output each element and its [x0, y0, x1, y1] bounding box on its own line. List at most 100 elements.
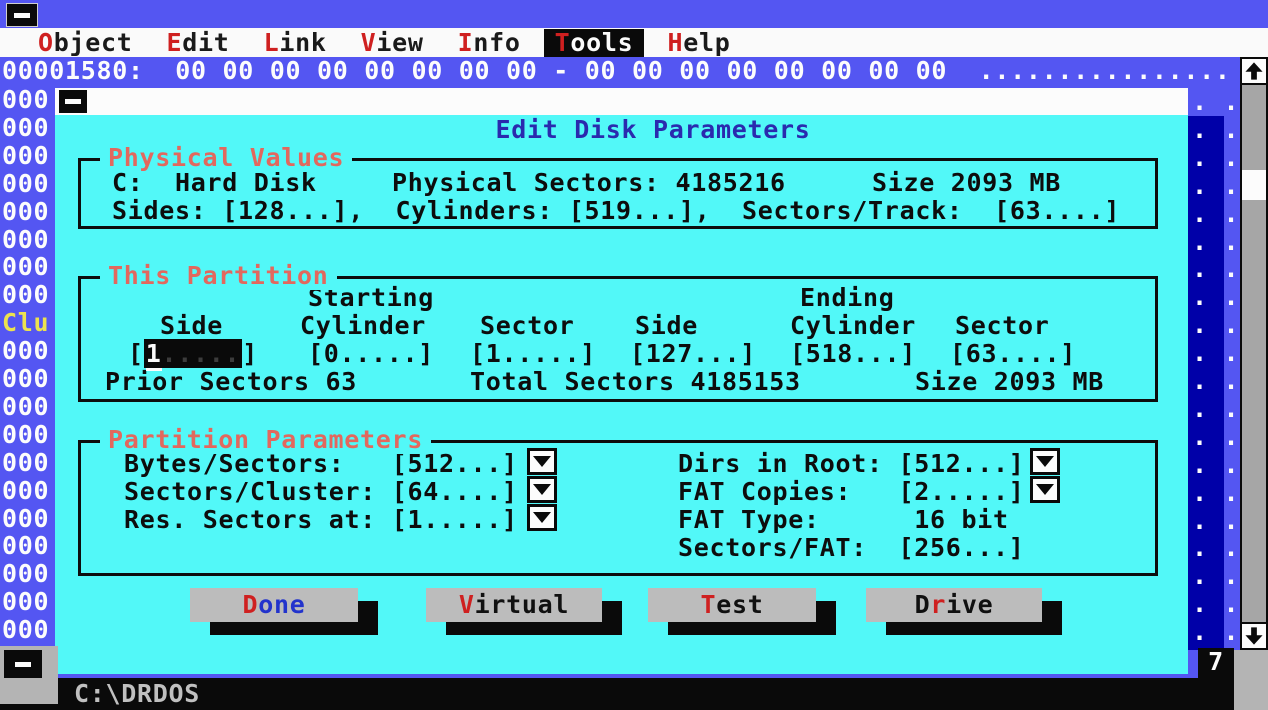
drive-button[interactable]: Drive — [866, 588, 1042, 622]
button-face: Done — [190, 588, 358, 622]
param-row[interactable]: Res. Sectors at: [1.....] — [124, 506, 518, 534]
partition-field[interactable]: [63....] — [950, 340, 1076, 368]
total-sectors-label: Total Sectors 4185153 — [470, 368, 801, 396]
dropdown-button[interactable] — [527, 476, 557, 503]
ascii-dots: . . — [1192, 590, 1239, 618]
dropdown-arrow-icon — [533, 512, 551, 523]
dropdown-arrow-icon — [1036, 456, 1054, 467]
menu-item-edit[interactable]: Edit — [167, 29, 230, 57]
partition-field-selected[interactable]: [1.....] — [128, 340, 258, 368]
address-rail-row: 000 — [2, 393, 49, 421]
system-menu-icon — [14, 13, 30, 18]
ascii-dots: . . — [1192, 255, 1239, 283]
param-row[interactable]: Bytes/Sectors: [512...] — [124, 450, 518, 478]
ascii-dots: . . — [1192, 534, 1239, 562]
address-rail-row: 000 — [2, 114, 49, 142]
partition-field[interactable]: [518...] — [790, 340, 916, 368]
dropdown-button[interactable] — [1030, 448, 1060, 475]
address-rail-row: Clu — [2, 309, 49, 337]
disk-editor-screen: Disk Editor ObjectEditLinkViewInfoToolsH… — [0, 0, 1268, 710]
ascii-dots: . . — [1192, 311, 1239, 339]
partition-size-label: Size 2093 MB — [915, 368, 1104, 396]
this-partition-title: This Partition — [100, 262, 337, 290]
drive-label: C: Hard Disk — [112, 169, 317, 197]
physical-sectors-label: Physical Sectors: 4185216 — [392, 169, 786, 197]
address-rail-row: 000 — [2, 142, 49, 170]
partition-column-header: Sector — [955, 312, 1050, 340]
system-menu-button[interactable] — [6, 3, 38, 27]
scrollbar-thumb[interactable] — [1242, 170, 1266, 200]
hex-row[interactable]: 00001580: 00 00 00 00 00 00 00 00 - 00 0… — [2, 57, 1231, 85]
offset-readout: Offset 5,795, hex 16A3 — [818, 680, 1228, 710]
dialog-title-bar: Edit Disk Parameters — [55, 88, 1188, 115]
param-row[interactable]: Sectors/FAT: [256...] — [678, 534, 1025, 562]
resize-corner-button[interactable] — [4, 650, 42, 678]
dialog-close-icon — [65, 99, 81, 104]
button-face: Test — [648, 588, 816, 622]
prior-sectors-label: Prior Sectors 63 — [105, 368, 357, 396]
address-rail-row: 000 — [2, 198, 49, 226]
page-indicator: 7 — [1198, 648, 1234, 678]
ascii-dots: . . — [1192, 88, 1239, 116]
dropdown-button[interactable] — [527, 504, 557, 531]
resize-corner-icon — [15, 662, 31, 667]
partition-field[interactable]: [0.....] — [308, 340, 434, 368]
dialog-close-button[interactable] — [59, 90, 87, 113]
scroll-up-button[interactable] — [1240, 57, 1268, 85]
button-face: Drive — [866, 588, 1042, 622]
ascii-dots: . . — [1192, 200, 1239, 228]
menu-item-object[interactable]: Object — [38, 29, 133, 57]
ascii-dots: . . — [1192, 116, 1239, 144]
menu-item-link[interactable]: Link — [264, 29, 327, 57]
virtual-button[interactable]: Virtual — [426, 588, 602, 622]
param-row[interactable]: FAT Copies: [2.....] — [678, 478, 1025, 506]
address-rail-row: 000 — [2, 281, 49, 309]
ascii-dots: . . — [1192, 367, 1239, 395]
address-rail-row: 000 — [2, 226, 49, 254]
partition-column-header: Cylinder — [790, 312, 916, 340]
dropdown-button[interactable] — [1030, 476, 1060, 503]
address-rail-row: 000 — [2, 337, 49, 365]
current-path: C:\DRDOS — [74, 680, 200, 708]
ascii-dots: . . — [1192, 228, 1239, 256]
menu-item-info[interactable]: Info — [458, 29, 521, 57]
partition-column-header: Side — [635, 312, 698, 340]
menu-item-view[interactable]: View — [361, 29, 424, 57]
param-row[interactable]: FAT Type: 16 bit — [678, 506, 1009, 534]
partition-field[interactable]: [127...] — [630, 340, 756, 368]
dropdown-arrow-icon — [533, 484, 551, 495]
address-rail-row: 000 — [2, 365, 49, 393]
address-rail-row: 000 — [2, 588, 49, 616]
bottom-right-corner — [1234, 650, 1268, 710]
arrow-down-icon — [1244, 626, 1264, 646]
param-row[interactable]: Dirs in Root: [512...] — [678, 450, 1025, 478]
scroll-down-button[interactable] — [1240, 622, 1268, 650]
address-rail-row: 000 — [2, 170, 49, 198]
menu-bar: Object Edit Link View Info Tools Help — [0, 28, 1268, 57]
partition-column-header: Sector — [480, 312, 575, 340]
dialog-title: Edit Disk Parameters — [495, 115, 810, 144]
dropdown-button[interactable] — [527, 448, 557, 475]
ascii-dots: . . — [1192, 144, 1239, 172]
param-row[interactable]: Sectors/Cluster: [64....] — [124, 478, 518, 506]
ascii-dots: . . — [1192, 423, 1239, 451]
test-button[interactable]: Test — [648, 588, 816, 622]
menu-item-tools[interactable]: Tools — [544, 29, 645, 57]
partition-column-header: Side — [160, 312, 223, 340]
dropdown-arrow-icon — [1036, 484, 1054, 495]
ascii-dots: . . — [1192, 618, 1239, 646]
ascii-dots: . . — [1192, 283, 1239, 311]
address-rail-row: 000 — [2, 616, 49, 644]
partition-field[interactable]: [1.....] — [470, 340, 596, 368]
address-rail-row: 000 — [2, 505, 49, 533]
partition-parameters-title: Partition Parameters — [100, 426, 431, 454]
ascii-dots: . . — [1192, 172, 1239, 200]
physical-values-title: Physical Values — [100, 144, 352, 172]
ascii-dots: . . — [1192, 339, 1239, 367]
geometry-fields[interactable]: Sides: [128...], Cylinders: [519...], Se… — [112, 197, 1120, 225]
button-face: Virtual — [426, 588, 602, 622]
menu-item-help[interactable]: Help — [667, 29, 730, 57]
physical-size-label: Size 2093 MB — [872, 169, 1061, 197]
done-button[interactable]: Done — [190, 588, 358, 622]
ascii-dots: . . — [1192, 507, 1239, 535]
